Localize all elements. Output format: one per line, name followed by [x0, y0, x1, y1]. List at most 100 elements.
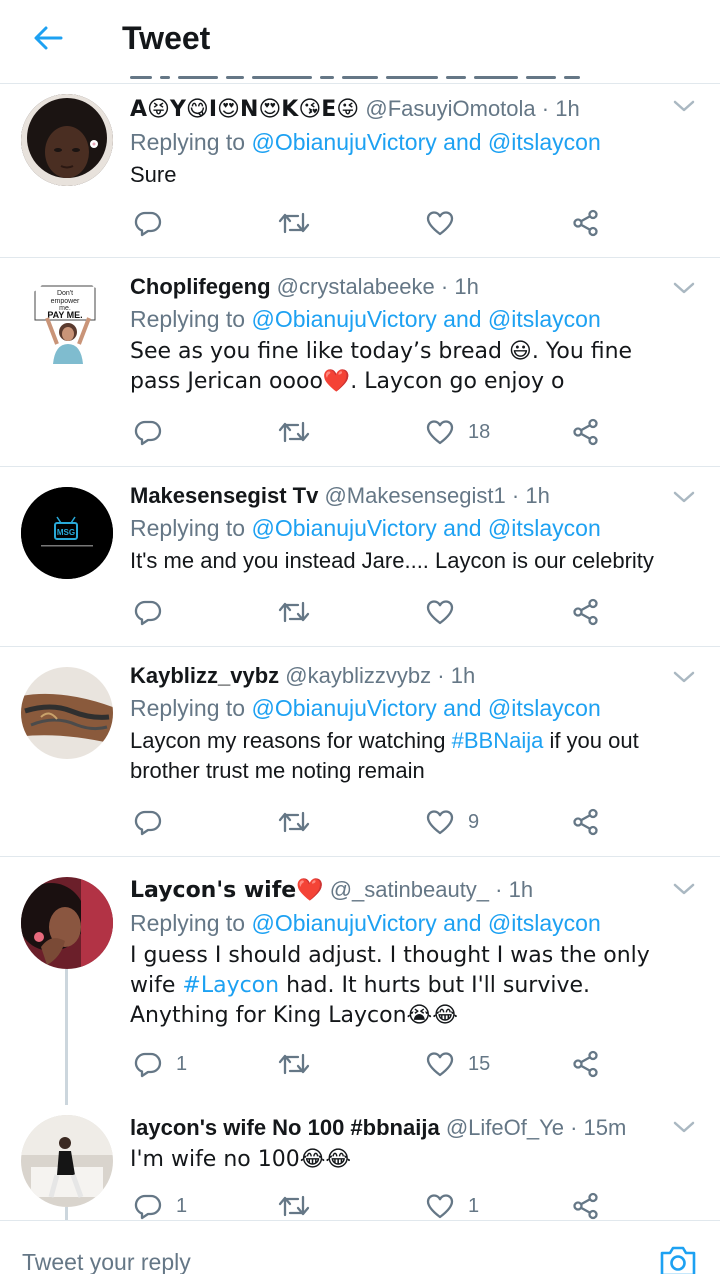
heart-icon [426, 1052, 454, 1077]
avatar[interactable] [21, 94, 113, 186]
tweet[interactable]: Don't empower me. PAY ME. Choplifegeng @… [0, 258, 720, 467]
tweet[interactable]: A😝Y😋I😍N😍K😘E😜 @FasuyiOmotola · 1h Replyin… [0, 84, 720, 258]
user-handle[interactable]: @kayblizzvybz [285, 663, 431, 688]
reply-mention-link[interactable]: @ObianujuVictory [251, 129, 436, 155]
share-icon [573, 418, 598, 446]
user-handle[interactable]: @LifeOf_Ye [446, 1115, 564, 1140]
reply-button[interactable] [134, 805, 176, 839]
separator-dot: · [440, 274, 449, 299]
reply-button[interactable]: 1 [134, 1047, 187, 1081]
like-button[interactable]: 1 [426, 1189, 479, 1223]
like-button[interactable] [426, 595, 468, 629]
reply-mention-link[interactable]: @ObianujuVictory [251, 695, 436, 721]
tweet-text: See as you fine like today’s bread 😃. Yo… [130, 339, 633, 394]
display-name[interactable]: Kayblizz_vybz [130, 663, 279, 688]
user-handle[interactable]: @crystalabeeke [277, 274, 435, 299]
like-button[interactable]: 9 [426, 805, 479, 839]
user-handle[interactable]: @_satinbeauty_ [330, 877, 489, 902]
avatar[interactable] [21, 1115, 113, 1207]
reply-and-text[interactable]: and [443, 129, 481, 155]
avatar[interactable]: MSG [21, 487, 113, 579]
reply-and-text[interactable]: and [443, 306, 481, 332]
tweet-time[interactable]: 1h [454, 274, 478, 299]
tweet-time[interactable]: 15m [584, 1115, 627, 1140]
reply-button[interactable] [134, 415, 176, 449]
reply-mention-link[interactable]: @itslaycon [488, 306, 601, 332]
chevron-down-icon[interactable] [672, 98, 696, 114]
tweet[interactable]: Laycon's wife❤️ @_satinbeauty_ · 1h Repl… [0, 857, 720, 1105]
display-name[interactable]: Choplifegeng [130, 274, 271, 299]
replying-to: Replying to @ObianujuVictory and @itslay… [130, 907, 672, 939]
share-icon [573, 1192, 598, 1220]
retweet-button[interactable] [278, 206, 310, 240]
avatar-sign-line: Don't [57, 290, 73, 297]
back-button[interactable] [26, 18, 70, 58]
separator-dot: · [437, 663, 445, 688]
reply-button[interactable]: 1 [134, 1189, 187, 1223]
avatar[interactable] [21, 877, 113, 969]
chevron-down-icon[interactable] [672, 881, 696, 897]
replying-to-prefix: Replying to [130, 306, 246, 332]
separator-dot: · [570, 1115, 578, 1140]
tweet[interactable]: laycon's wife No 100 #bbnaija @LifeOf_Ye… [0, 1105, 720, 1220]
user-handle[interactable]: @FasuyiOmotola [365, 96, 535, 121]
chevron-down-icon[interactable] [672, 280, 696, 296]
tweet-time[interactable]: 1h [451, 663, 475, 688]
reply-and-text[interactable]: and [443, 515, 481, 541]
like-button[interactable]: 15 [426, 1047, 490, 1081]
chevron-down-icon[interactable] [672, 1119, 696, 1135]
tweet[interactable]: Kayblizz_vybz @kayblizzvybz · 1h Replyin… [0, 647, 720, 857]
reply-input[interactable]: Tweet your reply [22, 1249, 191, 1274]
thread-connector [65, 969, 68, 1105]
reply-mention-link[interactable]: @ObianujuVictory [251, 306, 436, 332]
reply-mention-link[interactable]: @ObianujuVictory [251, 910, 436, 936]
reply-and-text[interactable]: and [443, 910, 481, 936]
tweet-time[interactable]: 1h [555, 96, 579, 121]
replying-to: Replying to @ObianujuVictory and @itslay… [130, 303, 672, 335]
retweet-button[interactable] [278, 805, 310, 839]
tweet-text: Sure [130, 162, 177, 187]
share-button[interactable] [572, 415, 600, 449]
reply-icon [134, 420, 162, 446]
reply-button[interactable] [134, 206, 176, 240]
share-button[interactable] [572, 1189, 600, 1223]
display-name[interactable]: Makesensegist Tv [130, 483, 318, 508]
share-button[interactable] [572, 1047, 600, 1081]
tweet-actions [130, 595, 610, 629]
display-name[interactable]: laycon's wife No 100 #bbnaija [130, 1115, 440, 1140]
tweet[interactable]: MSG Makesensegist Tv @Makesensegist1 · 1… [0, 467, 720, 647]
tweet-time[interactable]: 1h [509, 877, 533, 902]
display-name[interactable]: Laycon's wife❤️ [130, 878, 324, 903]
reply-mention-link[interactable]: @itslaycon [488, 910, 601, 936]
share-button[interactable] [572, 206, 600, 240]
reply-mention-link[interactable]: @itslaycon [488, 515, 601, 541]
retweet-button[interactable] [278, 1047, 310, 1081]
tweet-text: I'm wife no 100😂😂 [130, 1147, 352, 1172]
hashtag-link[interactable]: #Laycon [182, 973, 279, 998]
reply-mention-link[interactable]: @itslaycon [488, 695, 601, 721]
retweet-button[interactable] [278, 415, 310, 449]
chevron-down-icon[interactable] [672, 489, 696, 505]
display-name[interactable]: A😝Y😋I😍N😍K😘E😜 [130, 97, 359, 122]
camera-button[interactable] [658, 1243, 698, 1274]
share-icon [573, 598, 598, 626]
user-handle[interactable]: @Makesensegist1 [324, 483, 505, 508]
retweet-button[interactable] [278, 595, 310, 629]
replying-to-prefix: Replying to [130, 695, 246, 721]
clipped-previous-tweet [130, 76, 630, 86]
share-button[interactable] [572, 595, 600, 629]
share-button[interactable] [572, 805, 600, 839]
avatar[interactable] [21, 667, 113, 759]
retweet-button[interactable] [278, 1189, 310, 1223]
reply-button[interactable] [134, 595, 176, 629]
reply-mention-link[interactable]: @ObianujuVictory [251, 515, 436, 541]
reply-and-text[interactable]: and [443, 695, 481, 721]
tweet-time[interactable]: 1h [525, 483, 549, 508]
tweet-actions: 18 [130, 415, 610, 449]
chevron-down-icon[interactable] [672, 669, 696, 685]
like-button[interactable]: 18 [426, 415, 490, 449]
reply-mention-link[interactable]: @itslaycon [488, 129, 601, 155]
like-button[interactable] [426, 206, 468, 240]
avatar[interactable]: Don't empower me. PAY ME. [21, 278, 113, 370]
hashtag-link[interactable]: #BBNaija [452, 728, 544, 753]
